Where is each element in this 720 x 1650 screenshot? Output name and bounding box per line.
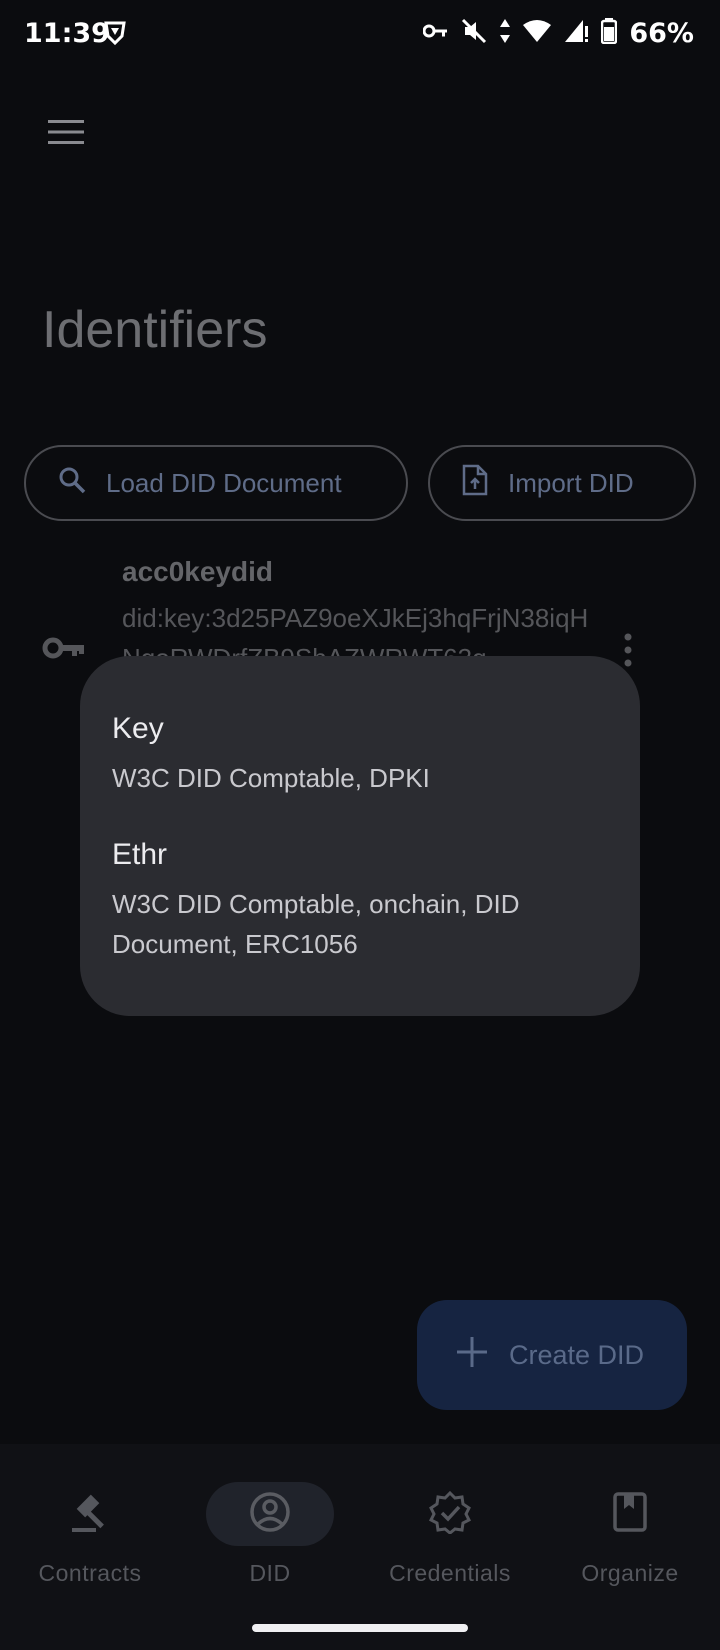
status-bar: 11:39 66% bbox=[0, 0, 720, 72]
popup-item-title: Key bbox=[112, 712, 164, 745]
popup-item-subtitle: W3C DID Comptable, DPKI bbox=[112, 763, 430, 793]
more-vert-icon[interactable] bbox=[622, 632, 634, 673]
plus-icon bbox=[457, 1336, 487, 1374]
bottom-navigation: Contracts DID Credentials Organize bbox=[0, 1444, 720, 1650]
nav-item-did[interactable]: DID bbox=[180, 1482, 360, 1587]
did-name: acc0keydid bbox=[122, 556, 273, 587]
did-list-item[interactable]: acc0keydid did:key:3d25PAZ9oeXJkEj3hqFrj… bbox=[0, 540, 720, 673]
search-icon bbox=[58, 466, 86, 501]
popup-item-key[interactable]: Key W3C DID Comptable, DPKI bbox=[112, 712, 640, 798]
import-did-label: Import DID bbox=[508, 467, 634, 498]
nav-item-contracts[interactable]: Contracts bbox=[0, 1482, 180, 1587]
hamburger-menu-icon bbox=[48, 119, 84, 149]
create-did-label: Create DID bbox=[509, 1339, 645, 1370]
home-indicator[interactable] bbox=[252, 1624, 468, 1632]
nav-label-credentials: Credentials bbox=[389, 1560, 511, 1586]
nav-label-did: DID bbox=[249, 1560, 291, 1586]
popup-item-title: Ethr bbox=[112, 838, 168, 871]
data-arrows-icon bbox=[499, 19, 511, 48]
nav-label-contracts: Contracts bbox=[38, 1560, 142, 1586]
popup-item-ethr[interactable]: Ethr W3C DID Comptable, onchain, DID Doc… bbox=[112, 838, 640, 964]
did-type-popup-menu: Key W3C DID Comptable, DPKI Ethr W3C DID… bbox=[80, 656, 640, 1016]
key-icon bbox=[42, 636, 86, 665]
gavel-icon bbox=[68, 1490, 112, 1539]
nav-item-organize[interactable]: Organize bbox=[540, 1482, 720, 1587]
import-did-button[interactable]: Import DID bbox=[428, 445, 696, 521]
mute-icon bbox=[461, 18, 487, 49]
cell-signal-icon bbox=[563, 18, 589, 49]
status-time: 11:39 bbox=[24, 18, 110, 49]
menu-button[interactable] bbox=[40, 108, 92, 160]
nav-item-credentials[interactable]: Credentials bbox=[360, 1482, 540, 1587]
battery-percent: 66% bbox=[629, 18, 694, 49]
page-title: Identifiers bbox=[42, 301, 268, 359]
vpn-key-icon bbox=[422, 23, 449, 44]
load-did-document-button[interactable]: Load DID Document bbox=[24, 445, 408, 521]
brave-shield-icon bbox=[104, 20, 126, 51]
battery-icon bbox=[601, 18, 618, 49]
book-icon bbox=[612, 1491, 648, 1538]
create-did-button[interactable]: Create DID bbox=[417, 1300, 687, 1410]
popup-item-subtitle: W3C DID Comptable, onchain, DID Document… bbox=[112, 889, 520, 959]
load-did-document-label: Load DID Document bbox=[106, 467, 342, 498]
nav-label-organize: Organize bbox=[581, 1560, 679, 1586]
wifi-icon bbox=[523, 19, 552, 48]
account-circle-icon bbox=[249, 1491, 291, 1538]
file-upload-icon bbox=[462, 464, 488, 503]
verified-badge-icon bbox=[428, 1490, 472, 1539]
